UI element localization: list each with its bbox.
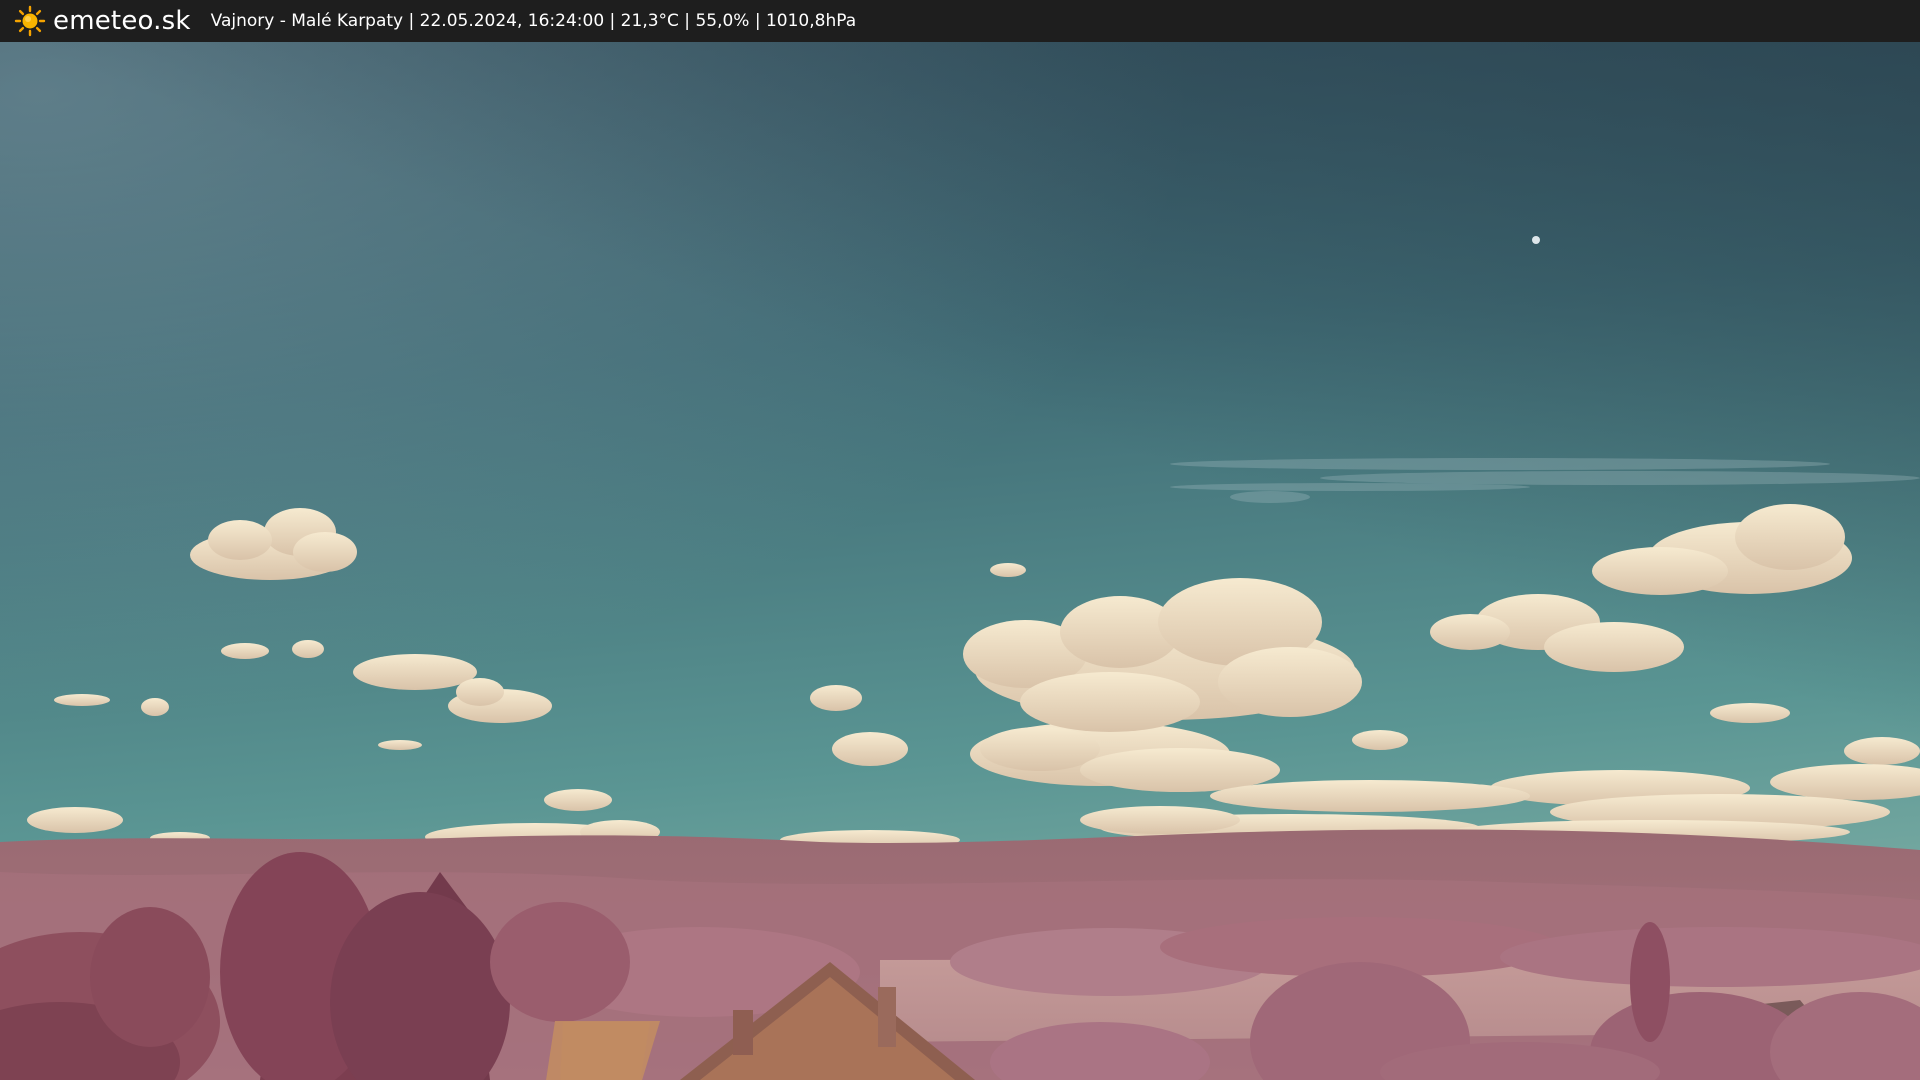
brand-name: emeteo.sk	[53, 6, 191, 36]
sun-icon	[14, 5, 46, 37]
logo[interactable]: emeteo.sk	[14, 0, 191, 42]
distant-object	[1532, 236, 1540, 244]
top-bar: emeteo.sk Vajnory - Malé Karpaty | 22.05…	[0, 0, 1920, 42]
webcam-image	[0, 42, 1920, 1080]
weather-status-text: Vajnory - Malé Karpaty | 22.05.2024, 16:…	[210, 11, 857, 31]
